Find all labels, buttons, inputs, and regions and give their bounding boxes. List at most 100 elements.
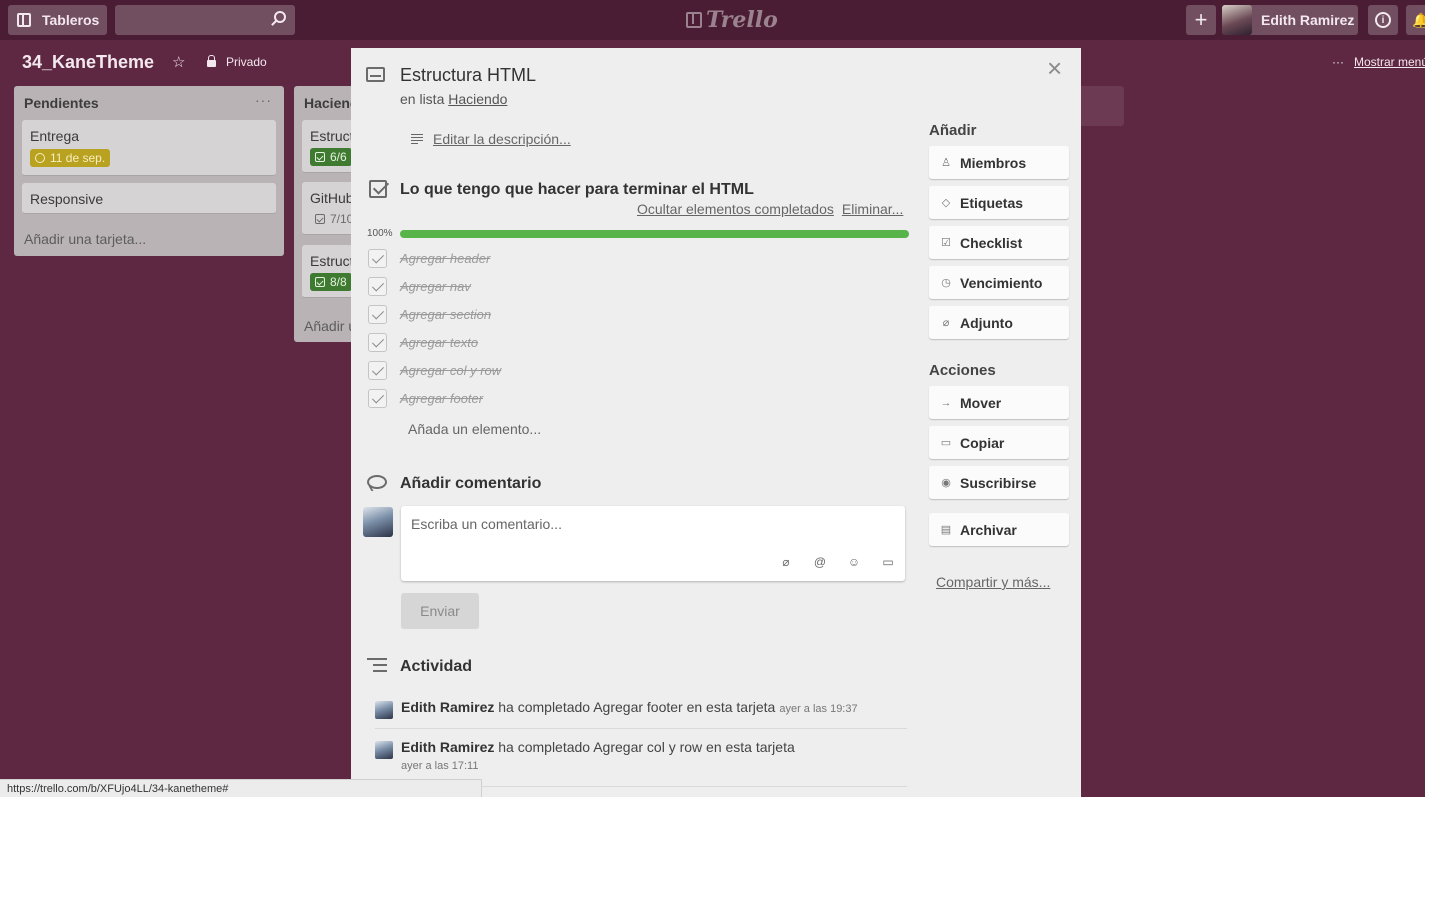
due-date-badge: 11 de sep.	[30, 149, 111, 167]
info-button[interactable]: i	[1368, 5, 1398, 35]
avatar[interactable]	[363, 507, 393, 537]
activity-time[interactable]: ayer a las 17:11	[401, 760, 478, 772]
attachment-label: Adjunto	[960, 314, 1013, 331]
divider	[375, 728, 907, 729]
labels-button[interactable]: ◇ Etiquetas	[929, 186, 1069, 219]
boards-button[interactable]: Tableros	[8, 5, 107, 35]
checklist-button[interactable]: ☑ Checklist	[929, 226, 1069, 259]
comment-tools: ⌀ @ ☺ ▭	[779, 555, 895, 569]
attachment-icon[interactable]: ⌀	[779, 555, 793, 569]
copy-button[interactable]: ▭ Copiar	[929, 426, 1069, 459]
activity-time[interactable]: ayer a las 19:37	[779, 703, 857, 715]
list-title[interactable]: Pendientes	[24, 95, 99, 111]
add-checklist-item-link[interactable]: Añada un elemento...	[408, 421, 541, 437]
add-section-title: Añadir	[929, 122, 977, 139]
checklist-item[interactable]: Agregar section	[368, 304, 491, 324]
checkbox-checked[interactable]	[368, 332, 387, 352]
list-link[interactable]: Haciendo	[448, 91, 507, 107]
activity-user[interactable]: Edith Ramirez	[401, 699, 494, 715]
trello-logo[interactable]: Trello	[686, 7, 778, 33]
mention-icon[interactable]: @	[813, 555, 827, 569]
list-card[interactable]: Responsive	[22, 183, 276, 214]
checklist-item-text[interactable]: Agregar footer	[400, 391, 483, 406]
checklist-item-text[interactable]: Agregar header	[400, 251, 490, 266]
checkbox-icon	[315, 152, 325, 162]
checklist-item[interactable]: Agregar col y row	[368, 360, 501, 380]
status-bar-url: https://trello.com/b/XFUjo4LL/34-kanethe…	[0, 779, 482, 797]
user-name: Edith Ramirez	[1261, 12, 1355, 28]
checklist-progress-fill	[400, 230, 909, 238]
checklist-item[interactable]: Agregar header	[368, 248, 490, 268]
due-date-label: Vencimiento	[960, 274, 1043, 291]
trello-logo-text: Trello	[706, 7, 778, 33]
card-title: Entrega	[30, 128, 80, 144]
notifications-button[interactable]: 🔔	[1406, 5, 1425, 35]
checklist-item[interactable]: Agregar texto	[368, 332, 478, 352]
add-button[interactable]: +	[1186, 5, 1216, 35]
star-icon[interactable]: ☆	[172, 53, 185, 71]
activity-description: ha completado Agregar col y row en esta …	[498, 739, 795, 755]
due-date-button[interactable]: ◷ Vencimiento	[929, 266, 1069, 299]
comment-icon	[367, 475, 387, 489]
checklist-item-text[interactable]: Agregar section	[400, 307, 491, 322]
checklist-item-text[interactable]: Agregar texto	[400, 335, 478, 350]
checklist-count: 6/6	[330, 150, 347, 164]
activity-text: Edith Ramirez ha completado Agregar foot…	[401, 699, 858, 715]
visibility-button[interactable]: Privado	[207, 55, 267, 69]
archive-icon: ▤	[940, 524, 952, 536]
archive-button[interactable]: ▤ Archivar	[929, 513, 1069, 546]
card-title[interactable]: Estructura HTML	[400, 65, 536, 86]
viewport: Tableros Trello + Edith Ramirez i 🔔 34_K…	[0, 0, 1425, 797]
checklist-item[interactable]: Agregar footer	[368, 388, 483, 408]
attachment-button[interactable]: ⌀ Adjunto	[929, 306, 1069, 339]
activity-text: Edith Ramirez ha completado Agregar col …	[401, 739, 795, 755]
list-card[interactable]: Entrega 11 de sep.	[22, 120, 276, 176]
search-icon[interactable]	[274, 11, 286, 23]
comment-input[interactable]	[411, 514, 891, 534]
card-link-icon[interactable]: ▭	[881, 555, 895, 569]
eye-icon: ◉	[941, 477, 951, 489]
checklist-item[interactable]: Agregar nav	[368, 276, 471, 296]
subscribe-button[interactable]: ◉ Suscribirse	[929, 466, 1069, 499]
share-link[interactable]: Compartir y más...	[936, 574, 1050, 590]
search-input[interactable]	[115, 5, 295, 35]
user-avatar	[1222, 5, 1252, 35]
add-card-link[interactable]: Añadir una tarjeta...	[24, 231, 146, 247]
checkbox-checked[interactable]	[368, 360, 387, 380]
activity-description: ha completado Agregar footer en esta tar…	[498, 699, 776, 715]
clock-icon	[35, 153, 45, 163]
progress-percent: 100%	[367, 228, 393, 239]
list-menu-button[interactable]: ···	[255, 92, 272, 108]
trello-logo-icon	[686, 12, 702, 28]
checklist-title[interactable]: Lo que tengo que hacer para terminar el …	[400, 181, 754, 199]
activity-title: Actividad	[400, 658, 473, 675]
checklist-badge: 6/6	[310, 148, 352, 166]
delete-checklist-link[interactable]: Eliminar...	[842, 201, 903, 217]
checkbox-checked[interactable]	[368, 304, 387, 324]
hide-completed-link[interactable]: Ocultar elementos completados	[637, 201, 834, 217]
checkbox-checked[interactable]	[368, 276, 387, 296]
checklist-item-text[interactable]: Agregar col y row	[400, 363, 501, 378]
info-icon: i	[1375, 12, 1391, 28]
clock-icon: ◷	[941, 277, 951, 289]
show-menu-link[interactable]: ··· Mostrar menú	[1332, 55, 1425, 69]
card-title: Responsive	[30, 191, 104, 207]
comment-box[interactable]: ⌀ @ ☺ ▭	[401, 506, 905, 581]
board-title[interactable]: 34_KaneTheme	[22, 52, 154, 73]
send-button[interactable]: Enviar	[401, 593, 479, 629]
user-menu-button[interactable]: Edith Ramirez	[1222, 5, 1358, 35]
edit-description-link[interactable]: Editar la descripción...	[411, 131, 571, 147]
card-title: GitHub	[310, 190, 354, 206]
move-button[interactable]: → Mover	[929, 386, 1069, 419]
avatar[interactable]	[375, 741, 393, 759]
members-button[interactable]: ♙ Miembros	[929, 146, 1069, 179]
person-icon: ♙	[941, 157, 951, 169]
due-date-label: 11 de sep.	[50, 151, 106, 165]
avatar[interactable]	[375, 701, 393, 719]
activity-user[interactable]: Edith Ramirez	[401, 739, 494, 755]
checkbox-checked[interactable]	[368, 248, 387, 268]
close-icon[interactable]: ×	[1047, 55, 1062, 81]
checkbox-checked[interactable]	[368, 388, 387, 408]
emoji-icon[interactable]: ☺	[847, 555, 861, 569]
checklist-item-text[interactable]: Agregar nav	[400, 279, 471, 294]
